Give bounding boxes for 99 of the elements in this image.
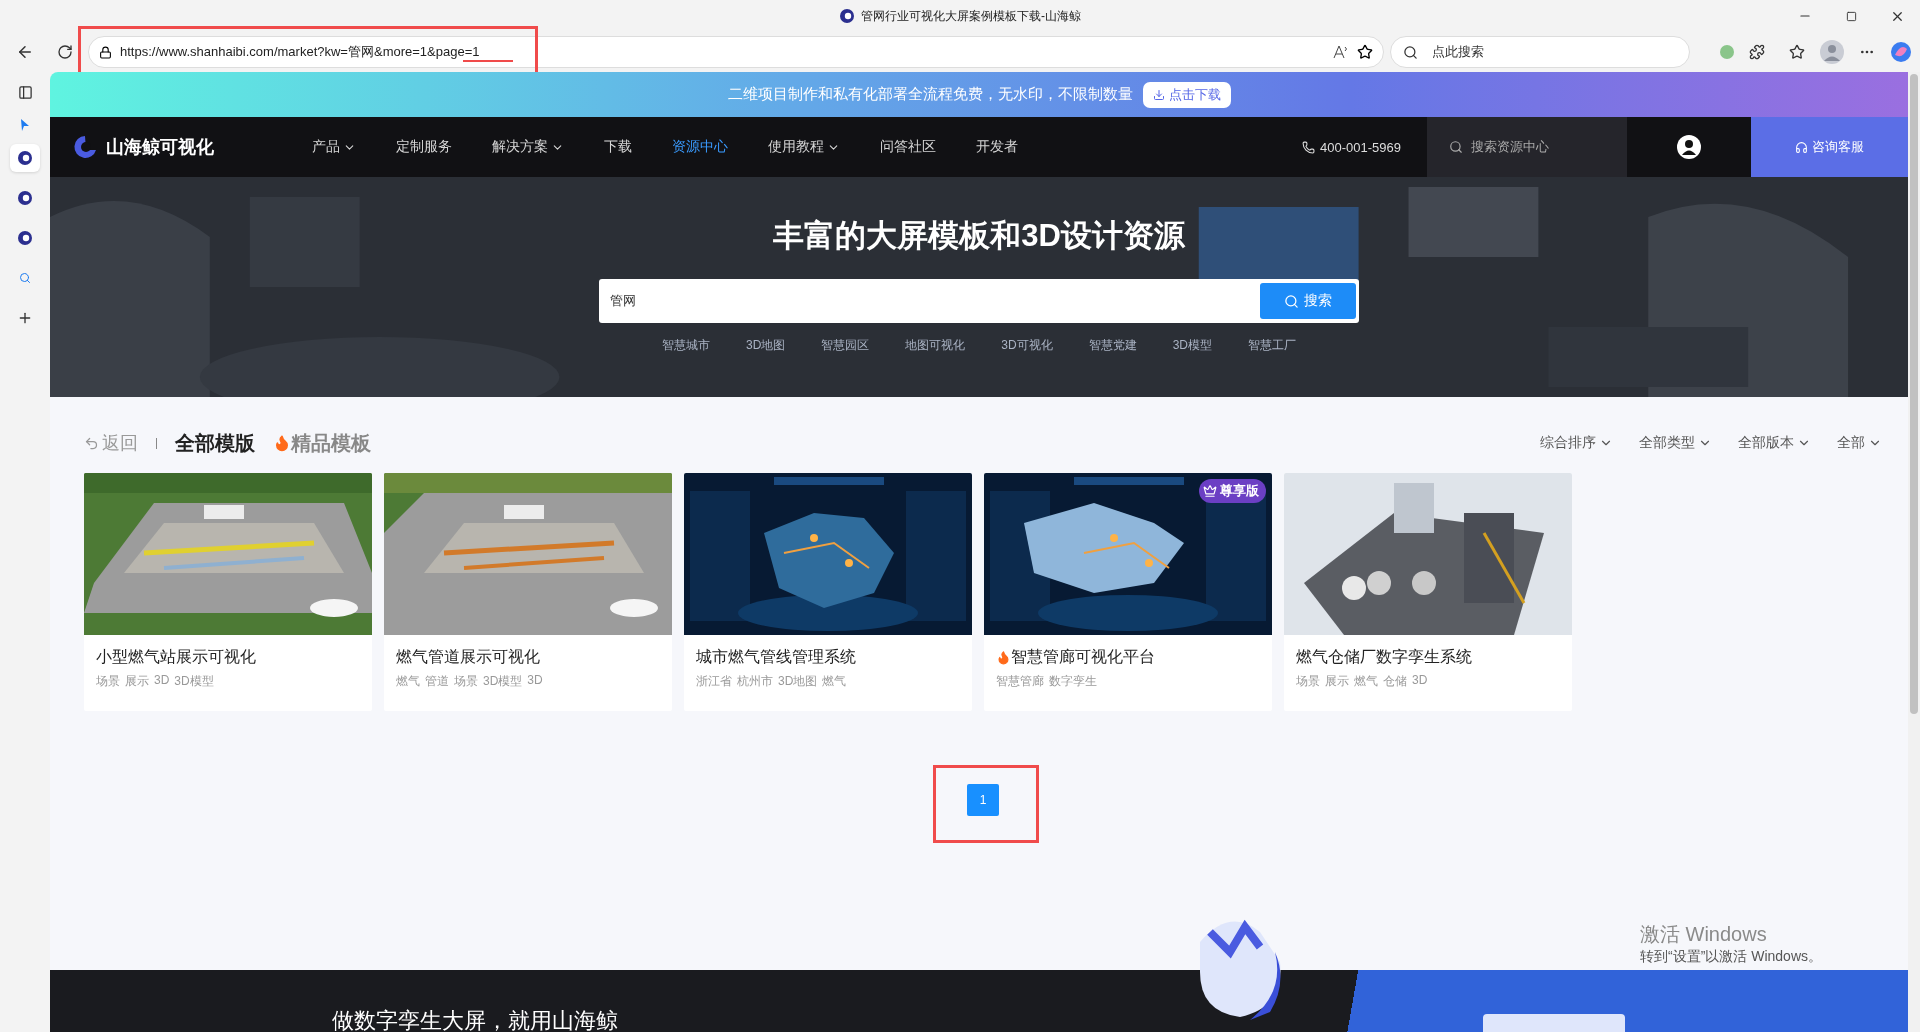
undo-icon [84, 435, 99, 451]
reload-icon [57, 44, 73, 60]
card-tag: 场景 [1296, 673, 1320, 690]
maximize-icon [1845, 10, 1857, 22]
search-icon [19, 272, 31, 284]
search-icon [1449, 140, 1463, 154]
copilot-icon[interactable] [1890, 41, 1912, 63]
hot-tag-link[interactable]: 智慧党建 [1088, 337, 1137, 354]
card-tag: 数字孪生 [1049, 673, 1097, 690]
activation-title: 激活 Windows [1640, 922, 1768, 947]
pointer-icon [19, 118, 31, 132]
favorite-icon[interactable] [1357, 44, 1373, 60]
site-logo[interactable]: 山海鲸可视化 [72, 134, 292, 160]
search-icon [1284, 293, 1299, 309]
badge-text: 尊享版 [1220, 482, 1259, 500]
nav-link[interactable]: 解决方案 [472, 138, 584, 156]
card-title: 燃气管道展示可视化 [396, 647, 540, 667]
card-tag: 燃气 [822, 673, 847, 690]
template-card[interactable]: 燃气仓储厂数字孪生系统 场景 展示 燃气 仓储 3D [1284, 473, 1572, 711]
card-tag: 燃气 [1354, 673, 1378, 690]
hot-tag-link[interactable]: 3D模型 [1172, 337, 1212, 354]
card-tag: 3D [1412, 673, 1428, 690]
site-logo-icon [17, 190, 33, 206]
crown-icon [1203, 484, 1217, 498]
headset-icon [1795, 140, 1808, 154]
download-button[interactable]: 点击下载 [1142, 81, 1231, 108]
hero-title: 丰富的大屏模板和3D设计资源 [773, 217, 1185, 255]
nav-link[interactable]: 下载 [584, 138, 652, 156]
tab-button[interactable] [10, 144, 40, 172]
lock-icon [99, 45, 112, 59]
plus-icon [17, 310, 33, 326]
logo-icon [72, 134, 98, 160]
hot-tag-link[interactable]: 智慧园区 [821, 337, 870, 354]
download-icon [1152, 88, 1165, 101]
sort-dropdown[interactable]: 综合排序 [1540, 434, 1613, 452]
template-card[interactable]: 尊享版 智慧管廊可视化平台 智慧管廊 数字孪生 [984, 473, 1272, 711]
category-tab[interactable]: 全部模版 [175, 429, 255, 457]
hot-tag-link[interactable]: 3D可视化 [1001, 337, 1053, 354]
card-title: 小型燃气站展示可视化 [96, 647, 256, 667]
card-tag: 展示 [125, 673, 149, 690]
card-tag: 管道 [425, 673, 449, 690]
site-logo-icon [17, 230, 33, 246]
card-title: 燃气仓储厂数字孪生系统 [1296, 647, 1472, 667]
sort-dropdown[interactable]: 全部类型 [1639, 434, 1712, 452]
phone-number: 400-001-5969 [1320, 139, 1401, 155]
card-tag: 场景 [96, 673, 120, 690]
site-logo-icon [839, 8, 855, 24]
card-tag: 3D模型 [174, 673, 214, 690]
card-tag: 3D模型 [483, 673, 523, 690]
activation-text: 转到“设置”以激活 Windows。 [1640, 948, 1822, 966]
card-tag: 杭州市 [737, 673, 773, 690]
customer-service-button[interactable]: 咨询客服 [1751, 117, 1908, 177]
hot-tag-link[interactable]: 智慧工厂 [1248, 337, 1296, 354]
hot-tag-link[interactable]: 智慧城市 [662, 337, 710, 354]
card-tag: 场景 [454, 673, 478, 690]
card-tag: 燃气 [396, 673, 420, 690]
footer-slogan: 做数字孪生大屏，就用山海鲸 [332, 1007, 618, 1032]
read-aloud-icon[interactable] [1333, 45, 1349, 59]
hot-tag-link[interactable]: 地图可视化 [905, 337, 966, 354]
flame-icon [273, 434, 291, 452]
promo-text: 二维项目制作和私有化部署全流程免费，无水印，不限制数量 [727, 85, 1133, 104]
nav-link[interactable]: 问答社区 [860, 138, 956, 156]
search-icon [1403, 44, 1418, 60]
card-title: 智慧管廊可视化平台 [1011, 647, 1155, 667]
nav-link[interactable]: 定制服务 [376, 138, 472, 156]
card-tag: 3D [527, 673, 543, 690]
panel-icon [17, 84, 33, 100]
highlight-underline [463, 60, 513, 62]
card-tag: 浙江省 [696, 673, 732, 690]
resource-search-field[interactable]: 搜索资源中心 [1427, 117, 1627, 177]
address-bar[interactable]: https://www.shanhaibi.com/market?kw=管网&more=1&page=1 [88, 36, 1384, 68]
puzzle-icon [1749, 44, 1765, 60]
card-title: 城市燃气管线管理系统 [696, 647, 856, 667]
phone-icon [1302, 140, 1316, 154]
card-tag: 3D地图 [778, 673, 818, 690]
browser-search-field[interactable]: 点此搜索 [1390, 36, 1690, 68]
status-dot-icon [1720, 45, 1734, 59]
nav-link[interactable]: 资源中心 [652, 138, 748, 156]
url-text: https://www.shanhaibi.com/market?kw=管网&more=1&page=1 [120, 43, 481, 61]
card-tag: 智慧管廊 [996, 673, 1044, 690]
nav-link[interactable]: 开发者 [956, 138, 1038, 156]
template-card[interactable]: 城市燃气管线管理系统 浙江省 杭州市 3D地图 燃气 [684, 473, 972, 711]
nav-link[interactable]: 使用教程 [748, 138, 860, 156]
card-tag: 仓储 [1383, 673, 1407, 690]
profile-avatar[interactable] [1820, 40, 1844, 64]
template-card[interactable]: 燃气管道展示可视化 燃气 管道 场景 3D模型 3D [384, 473, 672, 711]
flame-icon [996, 650, 1011, 665]
template-card[interactable]: 小型燃气站展示可视化 场景 展示 3D 3D模型 [84, 473, 372, 711]
sort-dropdown[interactable]: 全部版本 [1738, 434, 1811, 452]
sort-dropdown[interactable]: 全部 [1837, 434, 1882, 452]
site-logo-icon [17, 150, 33, 166]
star-icon [1789, 44, 1805, 60]
hot-tag-link[interactable]: 3D地图 [746, 337, 786, 354]
template-search-field[interactable]: 管网 搜索 [599, 279, 1359, 323]
card-tag: 展示 [1325, 673, 1349, 690]
nav-link[interactable]: 产品 [292, 138, 376, 156]
user-icon [1677, 135, 1701, 159]
window-title: 管网行业可视化大屏案例模板下载-山海鲸 [861, 7, 1081, 25]
card-tag: 3D [154, 673, 170, 690]
